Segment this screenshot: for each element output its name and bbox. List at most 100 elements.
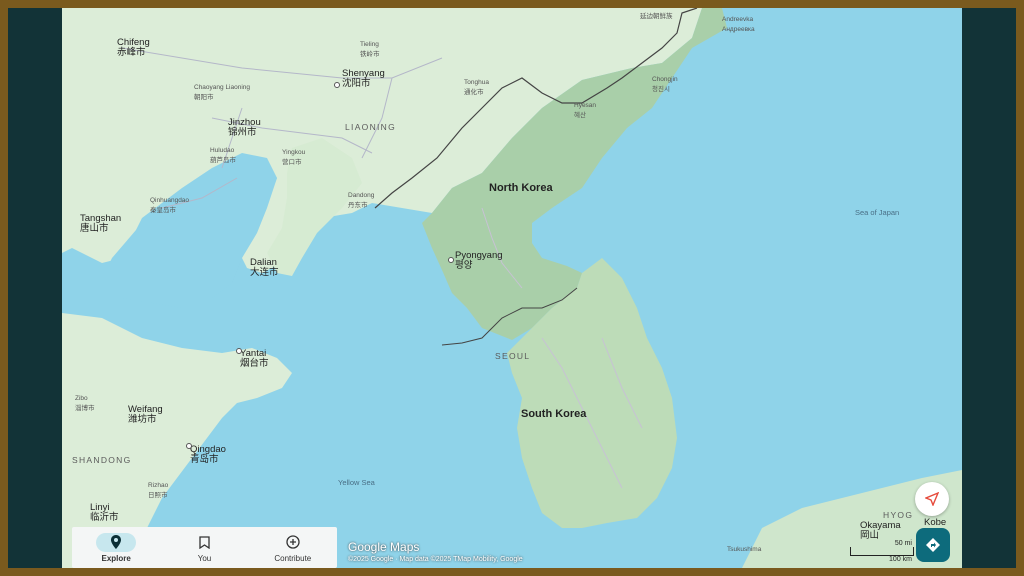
city-kobe[interactable]: Kobe [924,518,946,528]
city-name: Qinhuangdao [150,197,190,204]
city-local-name: 潍坊市 [128,414,157,425]
left-frame-border [8,8,62,568]
city-name: Andreevka [722,16,754,23]
map-view[interactable]: Chifeng 赤峰市 Shenyang 沈阳市 Tieling 铁岭市 Tonghu… [62,8,962,568]
city-marker [186,443,192,449]
city-zibo[interactable]: Zibo 淄博市 [75,394,95,414]
nav-explore-pill [96,532,137,552]
scale-km: 100 km [889,556,912,563]
plus-circle-icon [286,535,300,549]
city-tonghua[interactable]: Tonghua 通化市 [464,78,489,98]
city-hyesan[interactable]: Hyesan 혜산 [574,101,596,121]
nav-contribute[interactable]: Contribute [253,533,333,563]
city-rizhao[interactable]: Rizhao 日照市 [148,481,168,501]
country-north-korea[interactable]: North Korea [489,183,553,194]
city-huludao[interactable]: Huludao 葫芦岛市 [210,146,236,166]
city-dalian[interactable]: Dalian 大连市 [250,258,279,278]
city-chifeng[interactable]: Chifeng 赤峰市 [117,38,150,58]
scale-bar [850,547,914,556]
city-name: Kobe [924,517,947,528]
city-local-name: 通化市 [464,89,484,96]
city-yantai[interactable]: Yantai 烟台市 [240,349,269,369]
map-pin-icon [111,535,122,549]
city-name: Rizhao [148,482,169,489]
water-sea-of-japan: Sea of Japan [855,208,900,217]
city-name: Yingkou [282,149,306,156]
city-local-name: 大连市 [250,267,279,278]
city-local-name: 锦州市 [228,127,257,138]
city-local-name: 延边朝鲜族 [640,13,673,20]
city-dandong[interactable]: Dandong 丹东市 [348,191,374,211]
nav-explore-label: Explore [101,553,131,563]
city-tieling[interactable]: Tieling 铁岭市 [360,40,380,60]
city-chaoyang[interactable]: Chaoyang Liaoning 朝阳市 [194,83,250,103]
city-local-name: 淄博市 [75,405,95,412]
city-tsukushima[interactable]: Tsukushima [727,545,761,555]
city-name: Tsukushima [727,546,762,553]
city-chongjin[interactable]: Chongjin 청진시 [652,75,678,95]
nav-you-pill [184,533,224,552]
city-local-name: 日照市 [148,492,168,499]
region-shandong: SHANDONG [72,455,132,465]
city-local-name: 혜산 [574,112,586,119]
city-marker [448,257,454,263]
region-yanbian[interactable]: 延边朝鲜族 [640,12,673,22]
city-weifang[interactable]: Weifang 潍坊市 [128,405,163,425]
city-local-name: 青岛市 [190,454,219,465]
city-linyi[interactable]: Linyi 临沂市 [90,503,119,523]
city-local-name: 沈阳市 [342,78,371,89]
city-shenyang[interactable]: Shenyang 沈阳市 [342,69,385,89]
city-local-name: 평양 [455,260,473,271]
city-local-name: 唐山市 [80,223,109,234]
city-andreevka[interactable]: Andreevka Андреевка [722,15,755,35]
city-name: Zibo [75,395,88,402]
bottom-navigation: Explore You Contribute [72,527,337,568]
city-name: Tieling [360,41,379,48]
city-name: Huludao [210,147,235,154]
city-qingdao[interactable]: Qingdao 青岛市 [190,445,226,465]
google-maps-logo: Google Maps [348,540,420,554]
city-local-name: 铁岭市 [360,51,380,58]
nav-explore[interactable]: Explore [76,532,156,563]
region-liaoning: LIAONING [345,122,397,132]
scale-miles: 50 mi [894,540,912,547]
city-name: Chongjin [652,76,678,83]
city-local-name: 烟台市 [240,358,269,369]
city-qinhuangdao[interactable]: Qinhuangdao 秦皇岛市 [150,196,189,216]
map-scale: 50 mi 100 km [850,540,914,563]
region-hyogo: HYOG [883,510,914,520]
directions-button[interactable] [916,528,950,562]
nav-contribute-pill [273,533,313,552]
right-frame-border [962,8,1016,568]
city-marker [236,348,242,354]
water-yellow-sea: Yellow Sea [338,478,375,487]
city-local-name: 赤峰市 [117,47,146,58]
bookmark-icon [199,535,210,549]
city-local-name: 秦皇岛市 [150,207,176,214]
country-south-korea[interactable]: South Korea [521,409,586,420]
region-seoul: SEOUL [495,351,531,361]
city-local-name: 临沂市 [90,512,119,523]
city-jinzhou[interactable]: Jinzhou 锦州市 [228,118,261,138]
city-local-name: 营口市 [282,159,302,166]
city-name: Dandong [348,192,375,199]
nav-you[interactable]: You [164,533,244,563]
city-name: Tonghua [464,79,489,86]
navigation-arrow-icon [925,492,939,506]
city-marker [334,82,340,88]
city-name: Hyesan [574,102,597,109]
city-pyongyang[interactable]: Pyongyang 평양 [455,251,503,271]
city-local-name: 葫芦岛市 [210,157,236,164]
directions-icon [926,538,940,552]
recenter-location-button[interactable] [915,482,949,516]
city-yingkou[interactable]: Yingkou 营口市 [282,148,305,168]
city-local-name: 청진시 [652,86,670,93]
city-name: Chaoyang Liaoning [194,84,251,91]
nav-contribute-label: Contribute [274,553,312,563]
city-okayama[interactable]: Okayama 岡山 [860,521,901,541]
city-local-name: 朝阳市 [194,94,214,101]
city-local-name: Андреевка [722,26,755,33]
city-tangshan[interactable]: Tangshan 唐山市 [80,214,121,234]
map-attribution[interactable]: ©2025 Google · Map data ©2025 TMap Mobil… [348,556,523,563]
city-local-name: 丹东市 [348,202,368,209]
